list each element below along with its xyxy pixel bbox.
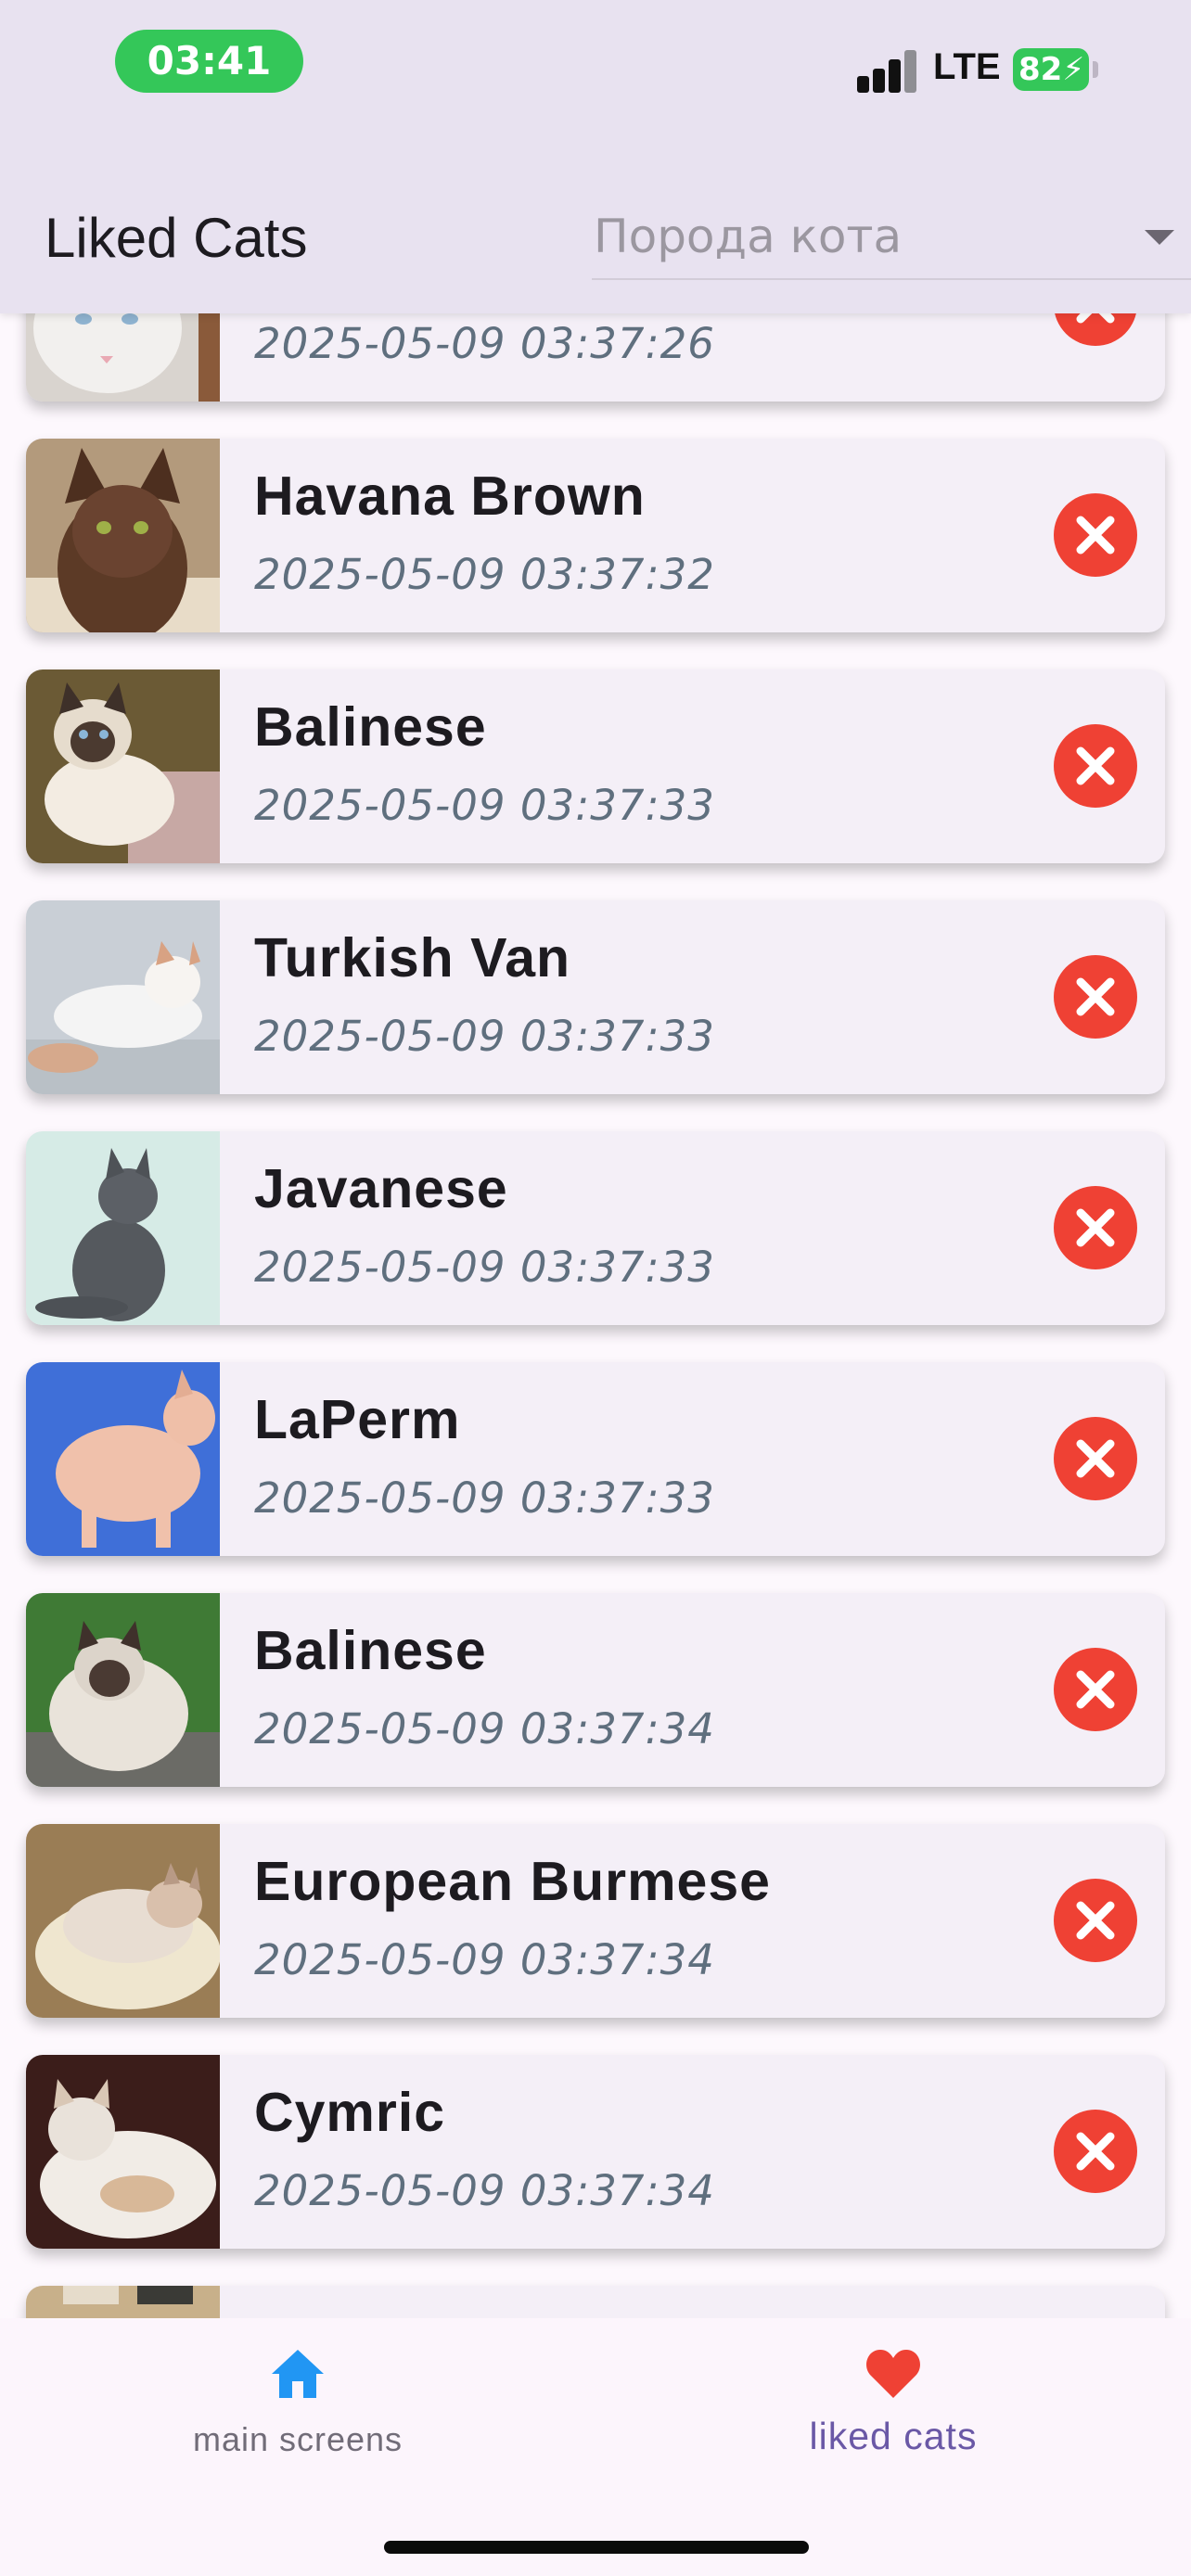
- liked-cat-card[interactable]: European Burmese 2025-05-09 03:37:34: [26, 1824, 1165, 2018]
- liked-date: 2025-05-09 03:37:32: [254, 550, 715, 599]
- remove-button[interactable]: [1054, 313, 1137, 346]
- close-icon: [1076, 1208, 1115, 1247]
- liked-cat-card[interactable]: Balinese 2025-05-09 03:37:33: [26, 670, 1165, 863]
- signal-icon: [857, 48, 918, 93]
- bottom-navigation: main screens liked cats: [0, 2318, 1191, 2576]
- liked-cat-card[interactable]: Havana Brown 2025-05-09 03:37:32: [26, 439, 1165, 632]
- cat-photo: [26, 2286, 220, 2318]
- battery-icon: 82⚡: [1013, 48, 1089, 91]
- liked-date: 2025-05-09 03:37:34: [254, 2166, 715, 2215]
- remove-button[interactable]: [1054, 1879, 1137, 1962]
- cat-photo: [26, 2055, 220, 2249]
- status-bar: 03:41 LTE 82⚡: [0, 0, 1191, 102]
- dropdown-arrow-icon: [1145, 230, 1174, 245]
- liked-cats-list[interactable]: 2025-05-09 03:37:26 Havana Brown 2025-05…: [0, 313, 1191, 2318]
- app-header: 03:41 LTE 82⚡ Liked Cats Порода кота: [0, 0, 1191, 313]
- cat-breed-name: Javanese: [254, 1158, 508, 1219]
- remove-button[interactable]: [1054, 2110, 1137, 2193]
- cat-photo: [26, 1362, 220, 1556]
- liked-date: 2025-05-09 03:37:33: [254, 1243, 715, 1292]
- cat-breed-name: Cymric: [254, 2082, 446, 2143]
- cat-photo: [26, 670, 220, 863]
- close-icon: [1076, 516, 1115, 555]
- close-icon: [1076, 313, 1115, 324]
- remove-button[interactable]: [1054, 724, 1137, 808]
- close-icon: [1076, 977, 1115, 1016]
- battery-level: 82: [1018, 51, 1063, 88]
- cat-breed-name: Balinese: [254, 696, 487, 758]
- cat-photo: [26, 900, 220, 1094]
- remove-button[interactable]: [1054, 1186, 1137, 1269]
- liked-date: 2025-05-09 03:37:33: [254, 1473, 715, 1523]
- cat-photo: [26, 1824, 220, 2018]
- liked-cat-card[interactable]: [26, 2286, 1165, 2318]
- nav-label-liked-cats: liked cats: [809, 2415, 978, 2457]
- cat-breed-name: LaPerm: [254, 1389, 461, 1450]
- cat-breed-name: Turkish Van: [254, 927, 571, 988]
- nav-label-main-screens: main screens: [192, 2420, 403, 2458]
- remove-button[interactable]: [1054, 955, 1137, 1039]
- close-icon: [1076, 2132, 1115, 2171]
- cat-photo: [26, 313, 220, 402]
- heart-icon: [866, 2350, 920, 2398]
- network-type: LTE: [933, 46, 1001, 87]
- page-title: Liked Cats: [45, 207, 308, 269]
- liked-cat-card[interactable]: Cymric 2025-05-09 03:37:34: [26, 2055, 1165, 2249]
- liked-cat-card[interactable]: Balinese 2025-05-09 03:37:34: [26, 1593, 1165, 1787]
- close-icon: [1076, 1439, 1115, 1478]
- liked-date: 2025-05-09 03:37:33: [254, 1012, 715, 1061]
- nav-item-liked-cats[interactable]: liked cats: [596, 2318, 1191, 2504]
- liked-date: 2025-05-09 03:37:34: [254, 1704, 715, 1753]
- home-icon: [272, 2350, 324, 2398]
- close-icon: [1076, 1901, 1115, 1940]
- status-time: 03:41: [115, 30, 303, 93]
- cat-breed-name: Havana Brown: [254, 465, 646, 527]
- remove-button[interactable]: [1054, 1417, 1137, 1500]
- remove-button[interactable]: [1054, 493, 1137, 577]
- close-icon: [1076, 1670, 1115, 1709]
- cat-photo: [26, 1593, 220, 1787]
- close-icon: [1076, 746, 1115, 785]
- nav-item-main-screens[interactable]: main screens: [0, 2318, 596, 2504]
- cat-breed-name: European Burmese: [254, 1851, 771, 1912]
- breed-filter-placeholder: Порода кота: [594, 210, 903, 263]
- liked-cat-card[interactable]: 2025-05-09 03:37:26: [26, 313, 1165, 402]
- cat-photo: [26, 439, 220, 632]
- home-indicator[interactable]: [384, 2541, 809, 2554]
- cat-breed-name: Balinese: [254, 1620, 487, 1681]
- battery-tip: [1093, 61, 1098, 78]
- liked-cat-card[interactable]: Javanese 2025-05-09 03:37:33: [26, 1131, 1165, 1325]
- liked-date: 2025-05-09 03:37:34: [254, 1935, 715, 1984]
- cat-photo: [26, 1131, 220, 1325]
- liked-cat-card[interactable]: Turkish Van 2025-05-09 03:37:33: [26, 900, 1165, 1094]
- remove-button[interactable]: [1054, 1648, 1137, 1731]
- liked-date: 2025-05-09 03:37:26: [254, 319, 715, 368]
- liked-date: 2025-05-09 03:37:33: [254, 781, 715, 830]
- liked-cat-card[interactable]: LaPerm 2025-05-09 03:37:33: [26, 1362, 1165, 1556]
- breed-filter-dropdown[interactable]: Порода кота: [592, 191, 1191, 280]
